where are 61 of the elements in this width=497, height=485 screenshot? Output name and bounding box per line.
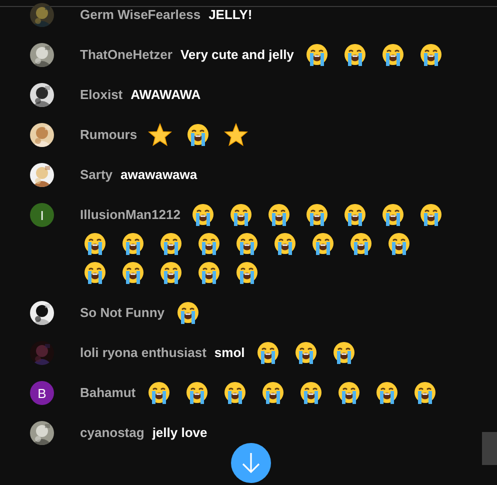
author-name[interactable]: IllusionMan1212 [80, 203, 180, 227]
crying-face-icon [222, 381, 247, 405]
crying-face-icon [229, 203, 254, 227]
crying-face-icon [186, 123, 210, 147]
author-name[interactable]: cyanostag [80, 421, 144, 445]
crying-face-icon [273, 232, 297, 256]
message-text: JELLY! [208, 6, 252, 24]
crying-face-icon [176, 301, 200, 325]
crying-face-icon [419, 203, 444, 227]
author-name[interactable]: Germ WiseFearless [80, 3, 201, 27]
crying-face-icon [256, 341, 280, 365]
crying-face-icon [412, 381, 437, 405]
author-name[interactable]: Eloxist [80, 83, 123, 107]
down-arrow-icon [240, 451, 262, 475]
crying-face-icon [121, 261, 145, 285]
avatar-letter: I [30, 203, 54, 227]
star-icon [148, 123, 172, 147]
author-name[interactable]: Rumours [80, 123, 138, 147]
crying-face-icon [197, 232, 221, 256]
crying-face-icon [336, 381, 361, 405]
crying-face-icon [294, 341, 318, 365]
crying-face-icon [298, 381, 323, 405]
crying-face-icon [159, 232, 183, 256]
crying-face-icon [159, 261, 183, 285]
crying-face-icon [83, 261, 107, 285]
star-icon [224, 123, 248, 147]
crying-face-icon [304, 43, 329, 67]
crying-face-icon [197, 261, 221, 285]
crying-face-icon [332, 341, 356, 365]
author-name[interactable]: loli ryona enthusiast [80, 341, 206, 365]
crying-face-icon [184, 381, 209, 405]
crying-face-icon [374, 381, 399, 405]
avatar-letter: B [30, 381, 54, 405]
author-name[interactable]: So Not Funny [80, 301, 164, 325]
message-text: AWAWAWA [130, 86, 201, 104]
crying-face-icon [343, 203, 368, 227]
crying-face-icon [83, 232, 107, 256]
author-name[interactable]: Bahamut [80, 381, 136, 405]
crying-face-icon [311, 232, 335, 256]
crying-face-icon [235, 261, 259, 285]
author-name[interactable]: ThatOneHetzer [80, 43, 172, 67]
crying-face-icon [342, 43, 367, 67]
scrollbar-thumb[interactable] [482, 432, 497, 465]
crying-face-icon [260, 381, 285, 405]
crying-face-icon [418, 43, 443, 67]
crying-face-icon [235, 232, 259, 256]
crying-face-icon [121, 232, 145, 256]
message-text: awawawawa [120, 166, 198, 184]
crying-face-icon [267, 203, 292, 227]
crying-face-icon [380, 43, 405, 67]
crying-face-icon [349, 232, 373, 256]
scroll-down-button[interactable] [231, 443, 271, 483]
crying-face-icon [191, 203, 216, 227]
crying-face-icon [305, 203, 330, 227]
crying-face-icon [146, 381, 171, 405]
author-name[interactable]: Sarty [80, 163, 113, 187]
crying-face-icon [381, 203, 406, 227]
crying-face-icon [387, 232, 411, 256]
message-text: jelly love [152, 424, 208, 442]
message-text: smol [214, 344, 245, 362]
message-text: Very cute and jelly [180, 46, 294, 64]
